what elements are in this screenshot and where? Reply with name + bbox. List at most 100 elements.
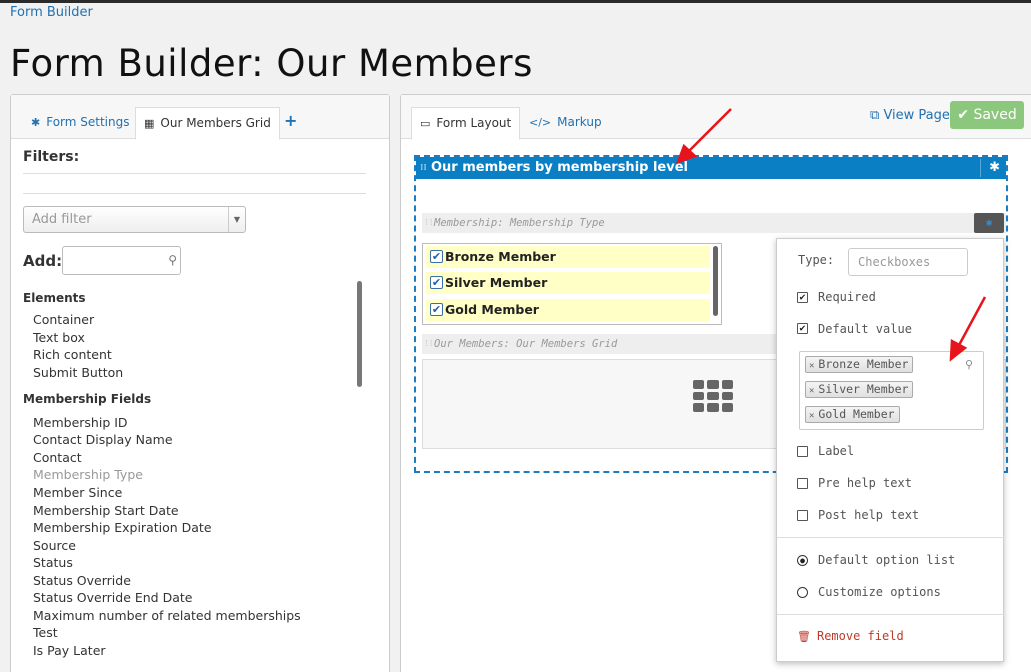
view-page-link[interactable]: ⧉ View Page [870,108,950,123]
required-label: Required [818,290,876,304]
chevron-down-icon: ▼ [228,207,245,232]
selected-chip: ✕ Silver Member [805,381,914,398]
checkbox-option[interactable]: ✔ Bronze Member [426,246,710,268]
filters-title: Filters: [23,149,80,165]
label-checkbox[interactable] [797,446,808,457]
divider [777,614,1005,615]
container-header[interactable]: ⁞⁞ Our members by membership level ✱ [416,157,1006,179]
scrollbar[interactable] [357,281,362,387]
saved-label: Saved [973,107,1017,123]
default-value-label: Default value [818,322,912,336]
field-item[interactable]: Is Pay Later [33,643,106,658]
field-item[interactable]: Contact [33,450,82,465]
element-item[interactable]: Rich content [33,347,112,362]
checkbox-preview-list: ✔ Bronze Member ✔ Silver Member ✔ Gold Memb… [422,243,722,325]
remove-chip-icon[interactable]: ✕ [809,411,814,421]
remove-chip-icon[interactable]: ✕ [809,361,814,371]
drag-handle-icon[interactable]: ⁞⁞ [424,334,434,354]
type-label: Type: [798,253,835,267]
view-page-label: View Page [883,108,950,123]
label-option-label: Label [818,444,855,458]
elements-title: Elements [23,291,86,305]
field-item[interactable]: Status [33,555,73,570]
add-search-input[interactable]: ⚲ [62,246,181,275]
selected-chip: ✕ Bronze Member [805,356,914,373]
divider [23,173,366,174]
code-icon: </> [529,116,552,129]
tab-markup[interactable]: </> Markup [521,107,610,140]
remove-field-button[interactable]: 🗑 Remove field [797,629,904,643]
field-label: Our Members: Our Members Grid [434,338,618,350]
grid-icon [693,380,733,412]
required-checkbox[interactable]: ✔ [797,292,808,303]
divider [777,537,1005,538]
field-item-disabled: Membership Type [33,467,143,482]
tab-form-settings[interactable]: ✱ Form Settings [23,107,137,140]
left-tabs: ✱ Form Settings ▦ Our Members Grid + [11,95,389,140]
type-field[interactable]: Checkboxes [848,248,968,276]
field-item[interactable]: Test [33,625,58,640]
field-item[interactable]: Member Since [33,485,122,500]
check-icon: ✔ [957,107,969,123]
post-help-label: Post help text [818,508,920,522]
element-item[interactable]: Container [33,312,94,327]
right-tabs: ▭ Form Layout </> Markup ⧉ View Page ✔ Sav… [401,95,1031,140]
remove-chip-icon[interactable]: ✕ [809,386,814,396]
field-label: Membership: Membership Type [434,217,605,229]
field-item[interactable]: Source [33,538,76,553]
post-help-checkbox[interactable] [797,510,808,521]
container-title: Our members by membership level [431,160,688,175]
field-bar-membership-type[interactable]: ⁞⁞ Membership: Membership Type ✱ [422,213,1006,233]
field-item[interactable]: Status Override End Date [33,590,192,605]
field-item[interactable]: Membership Expiration Date [33,520,212,535]
option-label: Bronze Member [445,249,556,264]
pre-help-label: Pre help text [818,476,912,490]
external-link-icon: ⧉ [870,108,880,123]
field-item[interactable]: Membership Start Date [33,503,179,518]
default-value-multiselect[interactable]: ✕ Bronze Member ✕ Silver Member ✕ Gold Memb… [799,351,984,430]
element-item[interactable]: Text box [33,330,85,345]
checkbox-checked-icon[interactable]: ✔ [430,303,443,316]
checkbox-option[interactable]: ✔ Silver Member [426,272,710,294]
search-icon: ⚲ [168,253,177,267]
pre-help-checkbox[interactable] [797,478,808,489]
admin-top-bar [0,0,1031,3]
membership-fields-title: Membership Fields [23,392,152,406]
trash-icon: 🗑 [797,630,811,643]
default-option-list-radio[interactable]: ● [797,555,808,566]
gear-icon[interactable]: ✱ [974,213,1004,233]
customize-options-radio[interactable] [797,587,808,598]
selected-chip: ✕ Gold Member [805,406,900,423]
breadcrumb-form-builder[interactable]: Form Builder [10,5,93,20]
chip-label: Silver Member [818,382,909,396]
add-label: Add: [23,252,63,270]
field-item[interactable]: Membership ID [33,415,128,430]
field-item[interactable]: Contact Display Name [33,432,173,447]
add-filter-placeholder: Add filter [32,212,92,227]
scrollbar[interactable] [713,246,718,316]
default-value-checkbox[interactable]: ✔ [797,323,808,334]
add-tab-plus-icon[interactable]: + [284,111,297,130]
search-icon: ⚲ [965,358,974,371]
saved-button[interactable]: ✔ Saved [950,101,1024,129]
checkbox-checked-icon[interactable]: ✔ [430,250,443,263]
field-item[interactable]: Maximum number of related memberships [33,608,301,623]
page-title: Form Builder: Our Members [10,42,533,85]
drag-handle-icon[interactable]: ⁞⁞ [420,157,427,179]
remove-field-label: Remove field [816,629,904,643]
checkbox-checked-icon[interactable]: ✔ [430,276,443,289]
form-icon: ▭ [420,117,431,130]
element-item[interactable]: Submit Button [33,365,123,380]
gear-icon[interactable]: ✱ [989,157,1000,179]
tab-label: Markup [557,115,602,129]
add-filter-select[interactable]: Add filter ▼ [23,206,246,233]
tab-label: Form Layout [436,116,512,130]
chip-label: Gold Member [818,407,895,421]
drag-handle-icon[interactable]: ⁞⁞ [424,213,434,233]
divider [23,193,366,194]
field-item[interactable]: Status Override [33,573,131,588]
divider [980,159,981,177]
checkbox-option[interactable]: ✔ Gold Member [426,299,710,321]
tab-form-layout[interactable]: ▭ Form Layout [411,107,521,140]
tab-our-members-grid[interactable]: ▦ Our Members Grid [135,107,280,140]
